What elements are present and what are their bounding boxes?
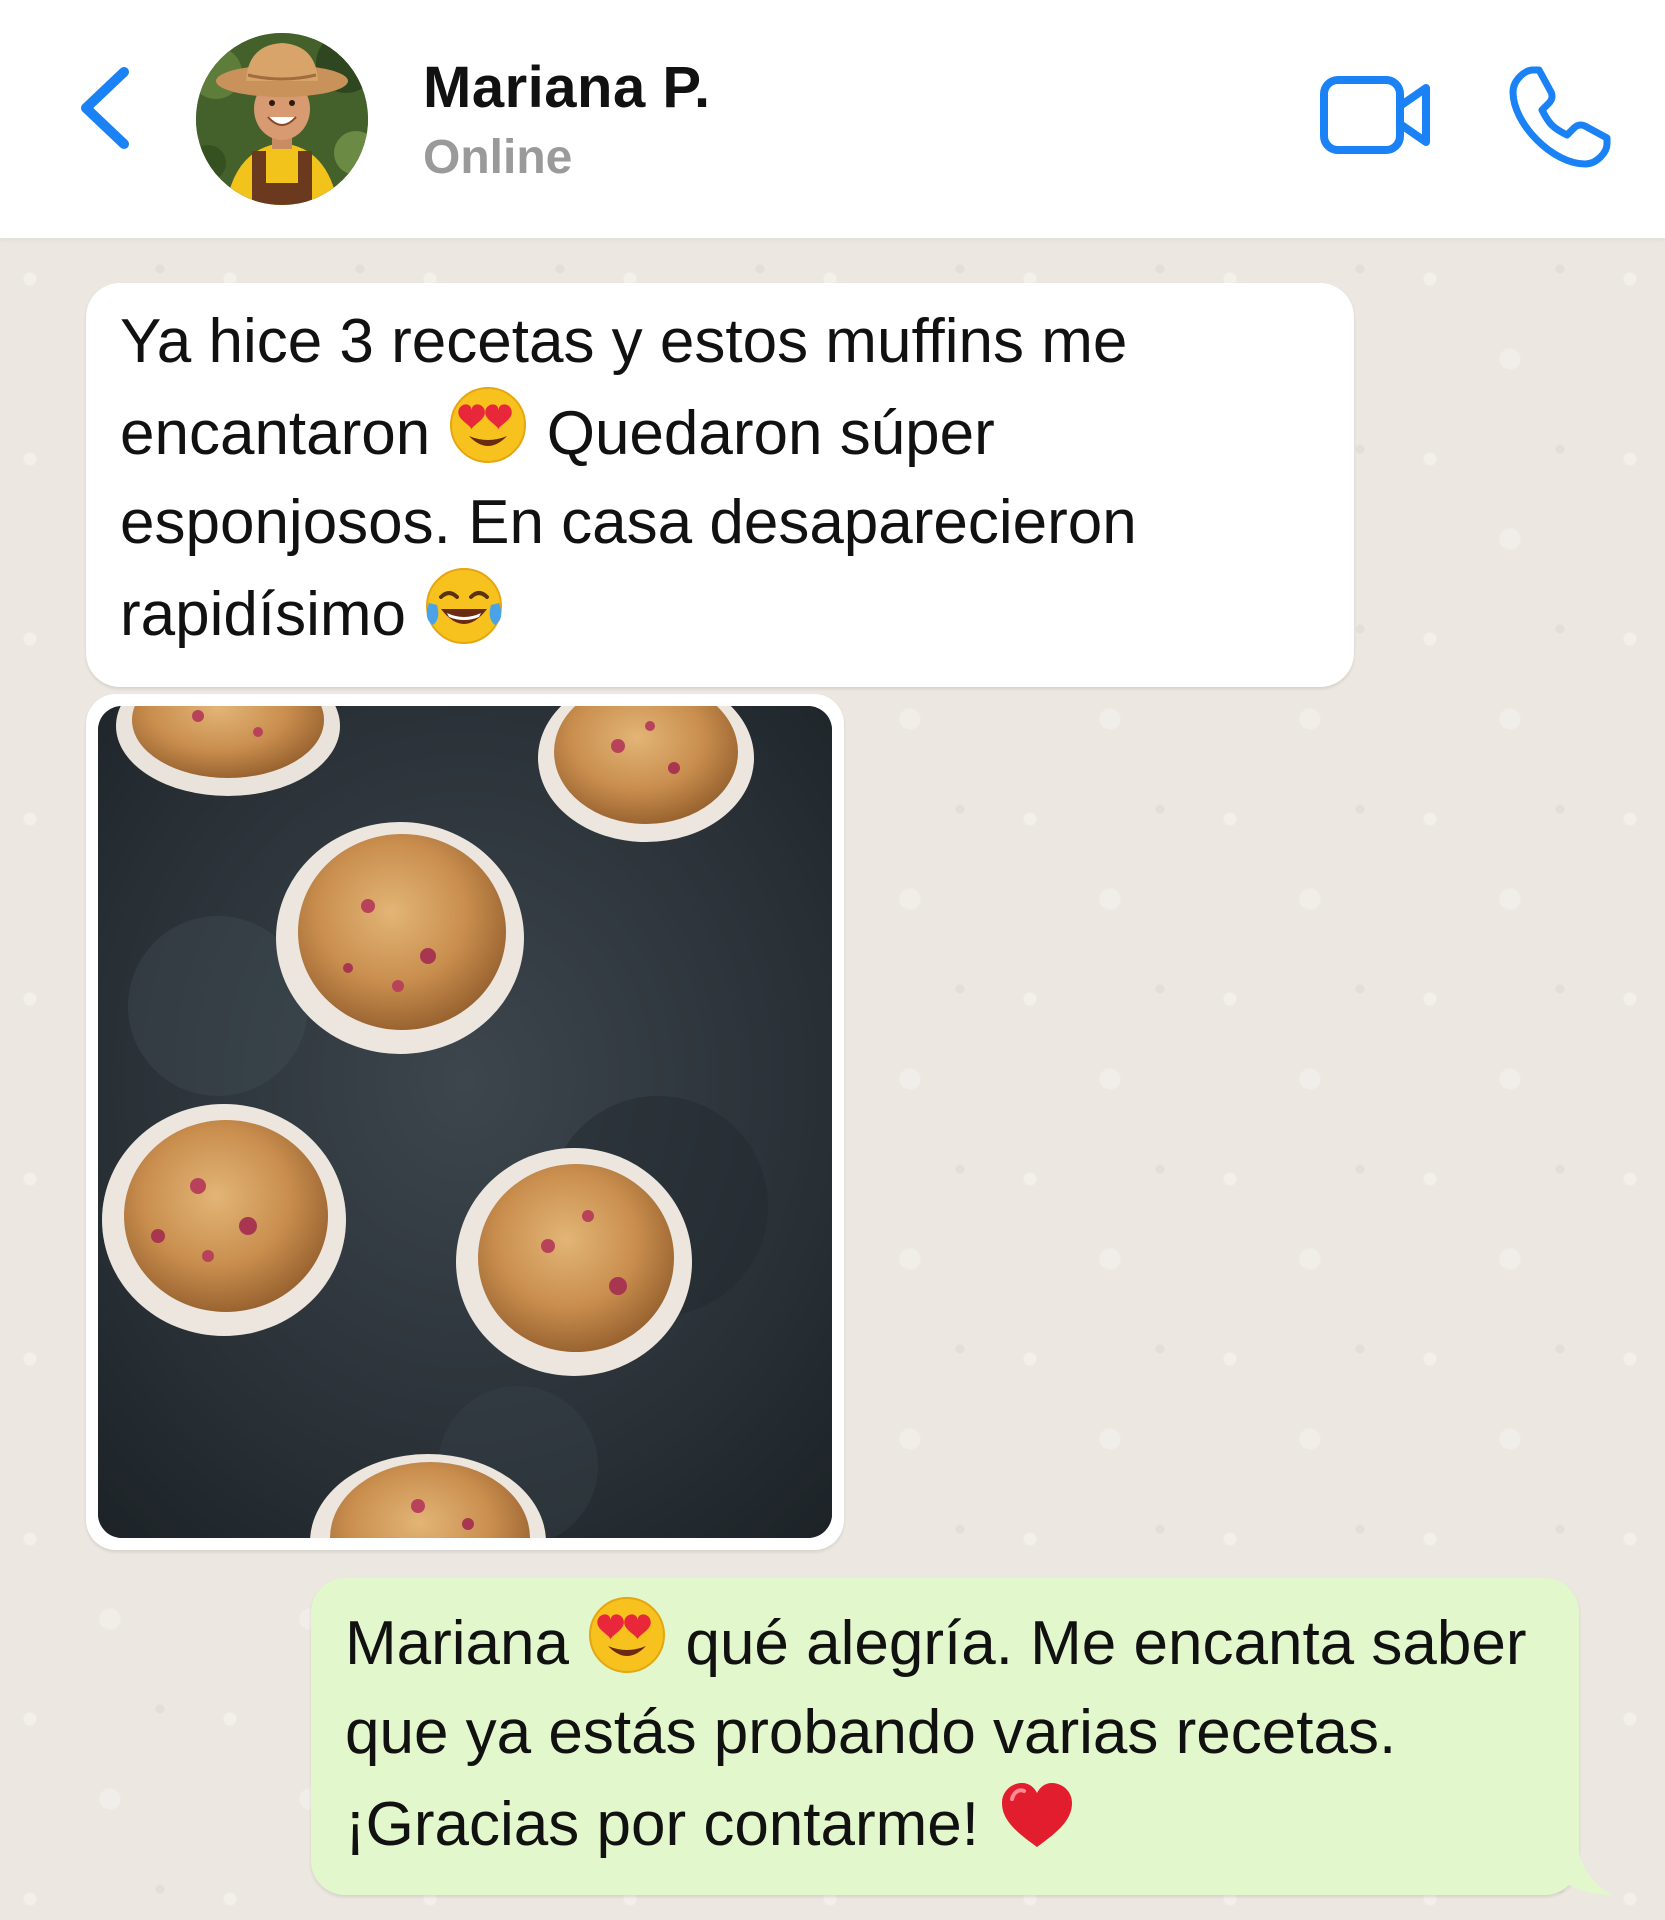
chat-header: Mariana P. Online [0,0,1665,239]
chevron-left-icon [81,67,129,149]
chat-messages-area[interactable]: Ya hice 3 recetas y estos muffins me enc… [0,239,1665,1920]
shared-photo[interactable] [98,706,832,1538]
message-text-part: Mariana [345,1609,569,1678]
heart-eyes-emoji-icon [588,1596,666,1674]
outgoing-bubble-tail [1560,1849,1612,1895]
contact-name[interactable]: Mariana P. [423,54,711,121]
back-button[interactable] [72,58,152,158]
outgoing-message[interactable]: Mariana qué alegría. Me encanta saber qu… [311,1578,1579,1895]
incoming-message[interactable]: Ya hice 3 recetas y estos muffins me enc… [86,283,1354,687]
heart-eyes-emoji-icon [449,386,527,464]
phone-icon [1509,66,1611,168]
contact-status: Online [423,131,573,184]
red-heart-emoji-icon [998,1777,1076,1855]
voice-call-button[interactable] [1505,62,1615,172]
message-text: Mariana qué alegría. Me encanta saber qu… [345,1596,1555,1869]
muffins-photo [98,706,832,1538]
contact-photo [196,33,368,205]
incoming-image-message[interactable] [86,694,844,1550]
avatar[interactable] [196,33,368,205]
message-text: Ya hice 3 recetas y estos muffins me enc… [120,297,1330,659]
video-call-button[interactable] [1318,70,1433,160]
video-camera-icon [1320,76,1430,154]
tears-of-joy-emoji-icon [425,567,503,645]
